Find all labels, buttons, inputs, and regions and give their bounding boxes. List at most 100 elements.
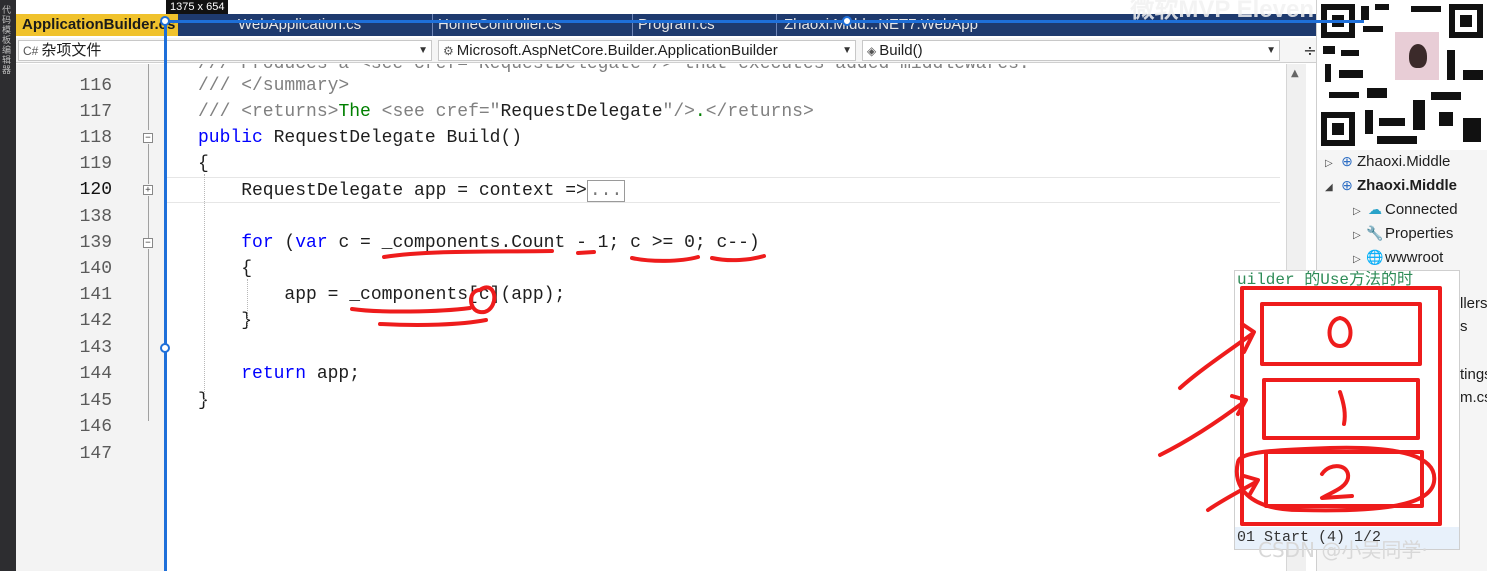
code-line-141: app = _components[c](app); [198, 282, 1280, 308]
code-line-139: for (var c = _components.Count - 1; c >=… [198, 230, 1280, 256]
member-dropdown-label: Build() [879, 42, 923, 59]
doc-text: . [694, 102, 706, 122]
navigation-bar: C# 杂项文件 ▼ ⚙ Microsoft.AspNetCore.Builder.A… [16, 38, 1317, 63]
csharp-file-icon: C# [23, 44, 39, 58]
keyword: for [241, 233, 274, 253]
code-text: app = _components[c](app); [198, 285, 566, 305]
fold-guide [148, 144, 149, 184]
line-number: 139 [79, 233, 112, 253]
se-item-connected[interactable]: ▷ ☁ Connected [1353, 197, 1458, 221]
tab-home-controller[interactable]: HomeController.cs [432, 14, 628, 36]
code-text: } [164, 417, 166, 437]
left-tool-strip: 代码模板编辑器 [0, 0, 16, 571]
current-line-number: 120 [79, 180, 112, 200]
code-line-145: } [198, 388, 1280, 414]
chevron-down-icon: ▼ [1266, 45, 1276, 56]
class-dropdown[interactable]: ⚙ Microsoft.AspNetCore.Builder.Applicatio… [438, 40, 856, 61]
line-number: 118 [79, 128, 112, 148]
code-text: c = _components.Count - 1; c >= 0; c--) [327, 233, 760, 253]
line-number: 147 [79, 444, 112, 464]
fold-guide [148, 196, 149, 238]
code-text: { [198, 259, 253, 279]
doc-cref: RequestDelegate [500, 102, 663, 122]
code-line-120: RequestDelegate app = context =>... [164, 177, 1280, 203]
code-text: { [198, 154, 209, 174]
se-item-project-1[interactable]: ▷ ⊕ Zhaoxi.Middle [1325, 149, 1450, 173]
se-item-label: Properties [1385, 225, 1454, 242]
collapse-toggle-icon[interactable]: − [143, 238, 153, 248]
doc-tag: <see cref=" [381, 102, 501, 122]
globe-icon: 🌐 [1366, 249, 1384, 265]
code-editor[interactable]: /// Produces a <see cref="RequestDelegat… [164, 64, 1280, 571]
collapsed-region[interactable]: ... [586, 180, 626, 202]
left-strip-label: 代码模板编辑器 [2, 6, 12, 76]
line-number: 116 [79, 76, 112, 96]
chevron-down-icon: ▼ [842, 45, 852, 56]
line-number: 142 [79, 311, 112, 331]
method-cube-icon: ◈ [867, 44, 877, 58]
connected-services-icon: ☁ [1368, 201, 1382, 217]
se-partial-label: m.cs [1460, 389, 1487, 406]
line-number: 145 [79, 391, 112, 411]
scroll-up-icon[interactable]: ▲ [1291, 68, 1299, 79]
se-item-label: Zhaoxi.Middle [1357, 177, 1458, 194]
line-number: 144 [79, 364, 112, 384]
code-text: } [198, 311, 253, 331]
project-dropdown-label: 杂项文件 [41, 42, 102, 59]
code-text: ( [273, 233, 296, 253]
properties-icon: 🔧 [1366, 225, 1384, 241]
se-partial-label: s [1460, 318, 1468, 335]
tab-web-application[interactable]: WebApplication.cs [232, 14, 428, 36]
project-dropdown[interactable]: C# 杂项文件 ▼ [18, 40, 432, 61]
line-number: 143 [79, 338, 112, 358]
expand-toggle-icon[interactable]: + [143, 185, 153, 195]
doc-comment: /// </summary> [198, 76, 350, 96]
indent-guide [204, 174, 205, 404]
code-text: app; [306, 364, 361, 384]
tab-application-builder[interactable]: ApplicationBuilder.cs [16, 14, 178, 36]
tab-separator [776, 14, 777, 36]
member-dropdown[interactable]: ◈ Build() ▼ [862, 40, 1280, 61]
video-overlay-title: 微软MVP Eleven [1130, 0, 1314, 20]
avatar [1393, 30, 1441, 82]
expand-arrow-icon[interactable]: ▷ [1353, 248, 1365, 272]
tab-program[interactable]: Program.cs [632, 14, 772, 36]
code-line-146: } [164, 414, 1271, 440]
indent-guide [247, 279, 248, 327]
code-text: RequestDelegate Build() [262, 128, 523, 148]
code-text: RequestDelegate app = context => [198, 181, 587, 201]
line-number: 117 [79, 102, 112, 122]
keyword: public [198, 128, 263, 148]
code-line-119: { [198, 151, 1280, 177]
code-line-118: public RequestDelegate Build() [198, 125, 1280, 151]
line-number: 141 [79, 285, 112, 305]
capture-size-indicator: 1375 x 654 [166, 0, 229, 14]
code-line-117: /// <returns>The <see cref="RequestDeleg… [198, 99, 1280, 125]
doc-tag: </returns> [705, 102, 814, 122]
video-thumbnail-popup: uilder 的Use方法的时 01 Start (4) 1/2 [1234, 270, 1460, 550]
popup-header-text: uilder 的Use方法的时 [1237, 271, 1414, 289]
code-line-144: return app; [198, 361, 1280, 387]
chevron-down-icon: ▼ [418, 45, 428, 56]
se-item-properties[interactable]: ▷ 🔧Properties [1353, 221, 1453, 245]
se-item-label: Connected [1385, 201, 1458, 218]
se-partial-label: tings [1460, 366, 1487, 383]
web-project-icon: ⊕ [1341, 153, 1353, 169]
tab-webapp-project[interactable]: Zhaoxi.Midd...NET7.WebApp [778, 14, 1038, 36]
line-number: 119 [79, 154, 112, 174]
collapse-arrow-icon[interactable]: ◢ [1325, 176, 1337, 200]
watermark-text: CSDN @小吴同学· [1258, 538, 1428, 562]
qr-code-image [1317, 0, 1487, 150]
line-number: 140 [79, 259, 112, 279]
code-line-140: { [198, 256, 1280, 282]
se-item-wwwroot[interactable]: ▷ 🌐wwwroot [1353, 245, 1443, 269]
class-dropdown-label: Microsoft.AspNetCore.Builder.Application… [456, 42, 778, 59]
doc-tag: "/> [662, 102, 695, 122]
line-number: 146 [79, 417, 112, 437]
se-item-project-2[interactable]: ◢ ⊕ Zhaoxi.Middle [1325, 173, 1457, 197]
fold-guide [148, 249, 149, 421]
collapse-toggle-icon[interactable]: − [143, 133, 153, 143]
se-partial-label: llers [1460, 295, 1487, 312]
line-number: 138 [79, 207, 112, 227]
doc-tag: /// <returns> [198, 102, 339, 122]
